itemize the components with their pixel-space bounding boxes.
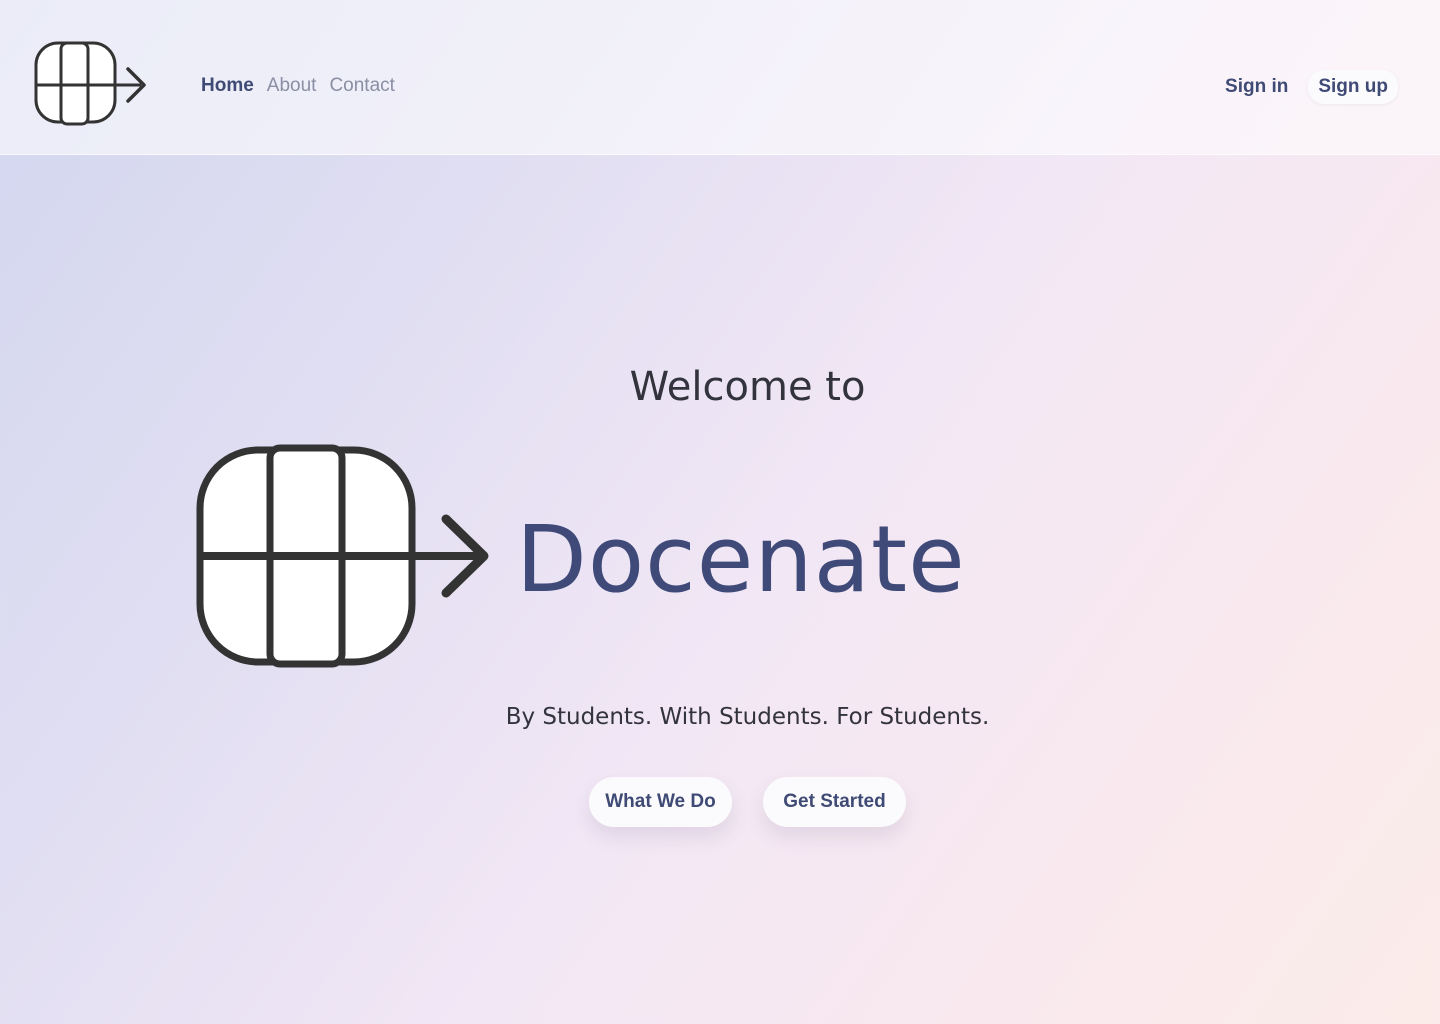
main-nav: Home About Contact [201,74,395,98]
get-started-button[interactable]: Get Started [763,777,906,827]
what-we-do-button[interactable]: What We Do [589,777,732,827]
nav-home-link[interactable]: Home [201,74,254,98]
docenate-logo-icon [196,444,489,668]
brand-name: Docenate [516,506,966,613]
auth-actions: Sign in Sign up [1225,70,1398,104]
site-header: Home About Contact Sign in Sign up [0,0,1440,155]
tagline: By Students. With Students. For Students… [505,704,990,730]
sign-in-link[interactable]: Sign in [1225,71,1288,103]
nav-contact-link[interactable]: Contact [329,74,394,98]
cta-buttons: What We Do Get Started [589,777,906,827]
nav-about-link[interactable]: About [267,74,317,98]
sign-up-button[interactable]: Sign up [1308,70,1398,104]
welcome-heading: Welcome to [629,364,866,410]
logo-icon[interactable] [33,40,148,128]
